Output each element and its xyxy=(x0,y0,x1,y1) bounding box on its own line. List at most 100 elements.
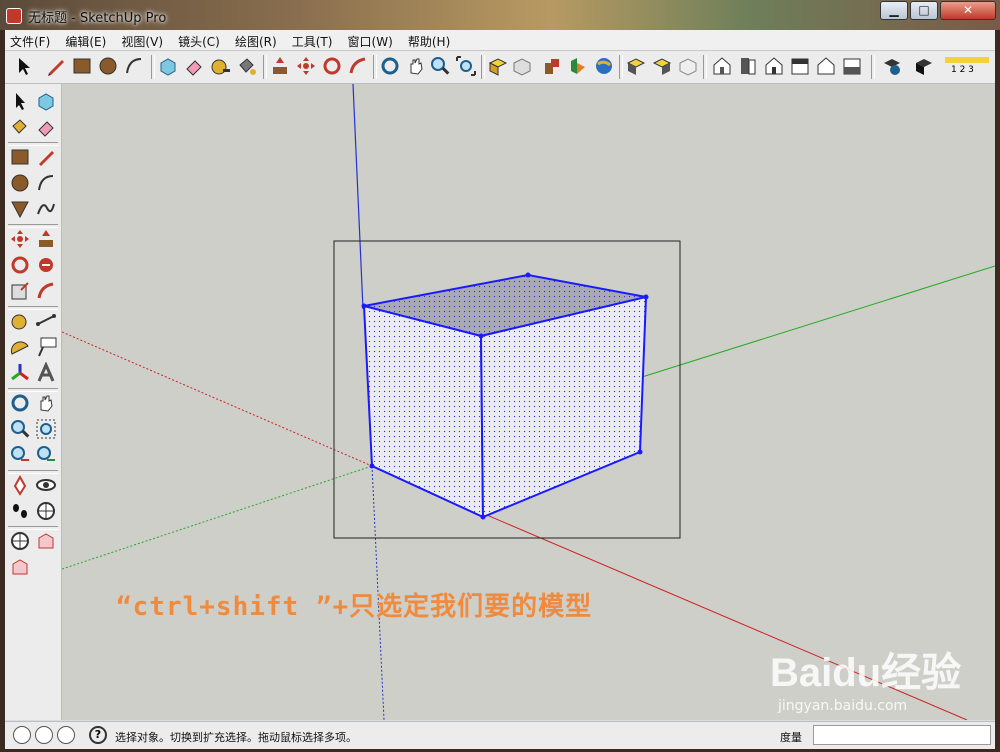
menu-window[interactable]: 窗口(W) xyxy=(343,30,398,50)
help-icon[interactable]: ? xyxy=(89,726,107,744)
shadows-icon[interactable] xyxy=(913,55,935,77)
google-earth-icon[interactable] xyxy=(593,55,615,77)
next-view-icon[interactable] xyxy=(35,444,57,466)
zoom-icon[interactable] xyxy=(9,418,31,440)
offset-icon[interactable] xyxy=(347,55,369,77)
smoove-icon[interactable] xyxy=(9,556,31,578)
add-location-icon[interactable] xyxy=(9,530,31,552)
tape-measure-icon[interactable] xyxy=(9,310,31,332)
make-component-icon[interactable] xyxy=(157,55,179,77)
standard-views-icon[interactable] xyxy=(651,55,673,77)
title-bar: 无标题 - SketchUp Pro ▁ □ ✕ xyxy=(0,0,1000,30)
iso-view-icon[interactable] xyxy=(677,55,699,77)
arc-icon[interactable] xyxy=(35,172,57,194)
sandbox-icon[interactable] xyxy=(35,530,57,552)
modeling-viewport[interactable] xyxy=(62,84,995,720)
3d-warehouse-icon[interactable] xyxy=(567,55,589,77)
zoom-extents-icon[interactable] xyxy=(455,55,477,77)
menu-file[interactable]: 文件(F) xyxy=(5,30,55,50)
text-icon[interactable] xyxy=(35,336,57,358)
push-pull-icon[interactable] xyxy=(35,228,57,250)
pencil-icon[interactable] xyxy=(45,55,67,77)
polygon-icon[interactable] xyxy=(9,198,31,220)
status-message: 选择对象。切换到扩充选择。拖动鼠标选择多项。 xyxy=(115,731,357,744)
move-icon[interactable] xyxy=(295,55,317,77)
offset-icon[interactable] xyxy=(35,280,57,302)
walk-icon[interactable] xyxy=(9,500,31,522)
position-camera-icon[interactable] xyxy=(9,474,31,496)
freehand-icon[interactable] xyxy=(35,198,57,220)
menu-help[interactable]: 帮助(H) xyxy=(403,30,455,50)
front-view-icon[interactable] xyxy=(737,55,759,77)
close-button[interactable]: ✕ xyxy=(940,1,996,20)
left-view-icon[interactable] xyxy=(815,55,837,77)
rectangle-icon[interactable] xyxy=(71,55,93,77)
watermark-url: jingyan.baidu.com xyxy=(778,698,908,714)
minimize-button[interactable]: ▁ xyxy=(880,1,908,20)
menu-bar: 文件(F) 编辑(E) 视图(V) 镜头(C) 绘图(R) 工具(T) 窗口(W… xyxy=(5,30,995,51)
paint-bucket-icon[interactable] xyxy=(9,116,31,138)
paint-bucket-icon[interactable] xyxy=(235,55,257,77)
menu-edit[interactable]: 编辑(E) xyxy=(60,30,111,50)
menu-draw[interactable]: 绘图(R) xyxy=(230,30,282,50)
previous-view-icon[interactable] xyxy=(9,444,31,466)
pan-icon[interactable] xyxy=(35,392,57,414)
right-view-icon[interactable] xyxy=(763,55,785,77)
window-title: 无标题 - SketchUp Pro xyxy=(28,11,167,26)
rotate-icon[interactable] xyxy=(321,55,343,77)
move-icon[interactable] xyxy=(9,228,31,250)
pan-icon[interactable] xyxy=(405,55,427,77)
get-models-icon[interactable] xyxy=(487,55,509,77)
menu-view[interactable]: 视图(V) xyxy=(116,30,168,50)
bottom-view-icon[interactable] xyxy=(841,55,863,77)
box-front-face[interactable] xyxy=(362,304,485,519)
eraser-icon[interactable] xyxy=(35,116,57,138)
circle-icon[interactable] xyxy=(9,172,31,194)
make-component-icon[interactable] xyxy=(35,90,57,112)
3d-text-icon[interactable] xyxy=(35,361,57,384)
back-view-icon[interactable] xyxy=(789,55,811,77)
zoom-icon[interactable] xyxy=(429,55,451,77)
components-icon[interactable] xyxy=(541,55,563,77)
baidu-watermark: Baidu经验 jingyan.baidu.com xyxy=(770,640,962,714)
sketchup-app-icon[interactable] xyxy=(6,8,22,24)
eraser-icon[interactable] xyxy=(183,55,205,77)
share-model-icon[interactable] xyxy=(511,55,533,77)
measurements-input[interactable] xyxy=(813,725,991,745)
scenes-label: 1 2 3 xyxy=(951,65,974,75)
maximize-button[interactable]: □ xyxy=(910,1,938,20)
look-around-icon[interactable] xyxy=(35,474,57,496)
tutorial-caption: “ctrl+shift ”+只选定我们要的模型 xyxy=(116,592,593,622)
section-plane-icon[interactable] xyxy=(625,55,647,77)
baidu-logo: Baidu经验 xyxy=(770,651,962,695)
rotate-icon[interactable] xyxy=(9,254,31,276)
orbit-icon[interactable] xyxy=(9,392,31,414)
arc-icon[interactable] xyxy=(123,55,145,77)
axes-icon[interactable] xyxy=(9,362,31,384)
protractor-icon[interactable] xyxy=(9,336,31,358)
scenes-icon[interactable]: 1 2 3 xyxy=(943,55,989,77)
credits-icon[interactable] xyxy=(35,726,53,744)
follow-me-icon[interactable] xyxy=(35,254,57,276)
zoom-window-icon[interactable] xyxy=(35,418,57,440)
rectangle-icon[interactable] xyxy=(9,146,31,168)
pencil-icon[interactable] xyxy=(35,146,57,168)
select-icon[interactable] xyxy=(9,90,31,112)
dimension-icon[interactable] xyxy=(35,310,57,332)
main-toolbar: 1 2 3 xyxy=(5,51,995,84)
push-pull-icon[interactable] xyxy=(269,55,291,77)
box-right-face[interactable] xyxy=(479,295,648,519)
user-icon[interactable] xyxy=(57,726,75,744)
orbit-icon[interactable] xyxy=(379,55,401,77)
select-icon[interactable] xyxy=(13,55,35,77)
tape-measure-icon[interactable] xyxy=(209,55,231,77)
menu-tools[interactable]: 工具(T) xyxy=(287,30,338,50)
section-plane-icon[interactable] xyxy=(35,500,57,522)
menu-camera[interactable]: 镜头(C) xyxy=(173,30,225,50)
top-view-icon[interactable] xyxy=(711,55,733,77)
scale-icon[interactable] xyxy=(9,280,31,302)
circle-icon[interactable] xyxy=(97,55,119,77)
geo-location-icon[interactable] xyxy=(13,726,31,744)
model-info-icon[interactable] xyxy=(881,55,903,77)
status-bar: ? 选择对象。切换到扩充选择。拖动鼠标选择多项。 度量 xyxy=(5,721,995,749)
